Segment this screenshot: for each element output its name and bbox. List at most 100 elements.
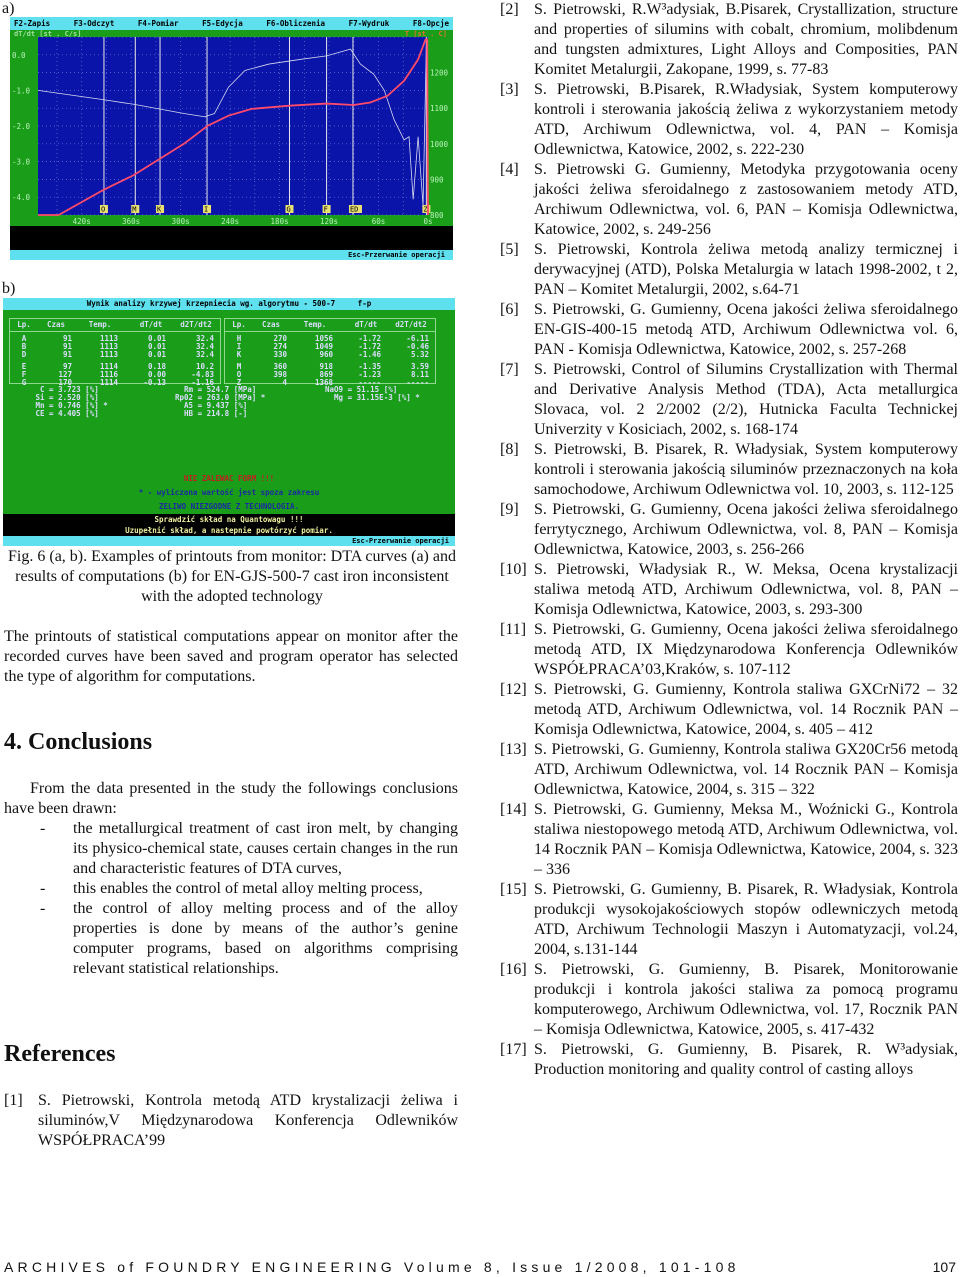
reference-item: [6] S. Pietrowski, G. Gumienny, Ocena jak…: [500, 300, 958, 360]
reference-item: [14] S. Pietrowski, G. Gumienny, Meksa M.…: [500, 800, 958, 880]
reference-item: [13] S. Pietrowski, G. Gumienny, Kontrola…: [500, 740, 958, 800]
marker-label: M: [132, 206, 136, 214]
x-tick-label: 120s: [320, 217, 338, 226]
table-header: dT/dt: [354, 320, 378, 329]
reference-number: [17]: [500, 1041, 527, 1058]
check-composition-text: Sprawdzić skład na Quantowagu !!!: [154, 515, 304, 524]
y-tick-label: 0.0: [12, 51, 26, 60]
table-header: Czas: [261, 320, 281, 329]
table-header: Lp.: [232, 320, 246, 329]
table-cell: 0.01: [147, 350, 166, 359]
reference-number: [5]: [500, 241, 519, 258]
marker-label: G: [286, 206, 290, 214]
dta-chart: O M K I G F ED Z420s 360s 300s 240s 180s 120s 60s 0s0.…: [12, 36, 449, 226]
reference-item: [15] S. Pietrowski, G. Gumienny, B. Pisar…: [500, 880, 958, 960]
y2-tick-label: 1100: [430, 104, 449, 113]
reference-text: S. Pietrowski, Władysiak R., W. Meksa, O…: [534, 561, 958, 618]
reference-text: S. Pietrowski, G. Gumienny, Ocena jakośc…: [534, 301, 958, 358]
reference-text: S. Pietrowski G. Gumienny, Metodyka przy…: [534, 161, 958, 238]
table-cell: 32.4: [195, 350, 214, 359]
conclusions-list: - the metallurgical treatment of cast iro…: [4, 819, 458, 979]
table-cell: D: [21, 350, 27, 359]
footer-journal: ARCHIVES of FOUNDRY ENGINEERING Volume 8…: [4, 1259, 740, 1275]
reference-number: [12]: [500, 681, 527, 698]
properties-block: Rm = 524.7 [MPa] Rp02 = 263.0 [MPa] * A5…: [175, 385, 266, 418]
reference-text: S. Pietrowski, G. Gumienny, Kontrola sta…: [534, 741, 958, 798]
reference-number: [10]: [500, 561, 527, 578]
marker-label: I: [204, 206, 208, 214]
reference-text: S. Pietrowski, B. Pisarek, R. Władysiak,…: [534, 441, 958, 498]
table-header: dT/dt: [139, 320, 163, 329]
reference-text: S. Pietrowski, B.Pisarek, R.Władysiak, S…: [534, 81, 958, 158]
reference-number: [3]: [500, 81, 519, 98]
x-tick-label: 180s: [271, 217, 289, 226]
reference-number: [8]: [500, 441, 519, 458]
figure-caption: Fig. 6 (a, b). Examples of printouts fro…: [8, 548, 456, 605]
reference-item: [16] S. Pietrowski, G. Gumienny, B. Pisar…: [500, 960, 958, 1040]
reference-list-right: [2] S. Pietrowski, R.W³adysiak, B.Pisarek…: [500, 0, 958, 1080]
reference-number: [6]: [500, 301, 519, 318]
table-divider: [10, 331, 220, 332]
table-header: d2T/dt2: [180, 320, 212, 329]
warning-text: NIE ZALEWAC FORM !!!: [183, 474, 275, 483]
reference-number: [13]: [500, 741, 527, 758]
marker-label: Z: [423, 206, 427, 214]
reference-item: [17] S. Pietrowski, G. Gumienny, B. Pisar…: [500, 1040, 958, 1080]
reference-number: [15]: [500, 881, 527, 898]
reference-item: [2] S. Pietrowski, R.W³adysiak, B.Pisarek…: [500, 0, 958, 80]
section-heading-references: References: [4, 1041, 116, 1067]
repeat-measurement-text: Uzupełnić skład, a nastepnie powtórzyć p…: [125, 526, 333, 535]
results-table-left: Lp. Czas Temp. dT/dt d2T/dt2 A 91 1113 0.01 32.4 B…: [9, 318, 221, 387]
nodularity-block: NaO9 = 51.15 [%] Mg = 31.15E-3 [%] *: [325, 385, 420, 402]
y2-tick-label: 800: [430, 211, 444, 220]
y-tick-label: -1.0: [12, 86, 31, 95]
info-panel: Nazwa algorytmu: 500-7 f-p Nr wytopu: 50…: [10, 226, 453, 296]
reference-item: [12] S. Pietrowski, G. Gumienny, Kontrola…: [500, 680, 958, 740]
table-divider: [225, 331, 435, 332]
table-cell: 91: [62, 350, 72, 359]
figure-a-dta-screen: F2-Zapis F3-Odczyt F4-Pomiar F5-Edycja F6-Ob…: [10, 17, 453, 296]
reference-item: [11] S. Pietrowski, G. Gumienny, Ocena ja…: [500, 620, 958, 680]
list-item-text: the control of alloy melting process and…: [73, 900, 458, 977]
y2-tick-label: 900: [430, 175, 444, 184]
table-cell: 330: [273, 350, 287, 359]
figure-b-results-screen: Wynik analizy krzywej krzepniecia wg. al…: [3, 298, 455, 546]
figure-a-label: a): [2, 0, 15, 17]
reference-text: S. Pietrowski, G. Gumienny, B. Pisarek, …: [534, 881, 958, 958]
table-header: Lp.: [17, 320, 31, 329]
bullet-dash: -: [40, 900, 46, 917]
marker-label: F: [324, 206, 328, 214]
reference-text: S. Pietrowski, R.W³adysiak, B.Pisarek, C…: [534, 1, 958, 78]
x-tick-label: 360s: [122, 217, 140, 226]
y-tick-label: -2.0: [12, 122, 31, 131]
reference-number: [14]: [500, 801, 527, 818]
table-cell: K: [236, 350, 242, 359]
list-item-text: this enables the control of metal alloy …: [73, 880, 423, 897]
plot-area: [38, 37, 428, 215]
page-number: 107: [932, 1259, 956, 1275]
results-title: Wynik analizy krzywej krzepniecia wg. al…: [3, 298, 455, 310]
reference-number: [16]: [500, 961, 527, 978]
reference-item: [4] S. Pietrowski G. Gumienny, Metodyka p…: [500, 160, 958, 240]
reference-item: [5] S. Pietrowski, Kontrola żeliwa metodą…: [500, 240, 958, 300]
list-item: - the control of alloy melting process an…: [4, 899, 458, 979]
reference-text: S. Pietrowski, G. Gumienny, B. Pisarek, …: [534, 961, 958, 1038]
range-note: * - wyliczona wartość jest spoza zakresu: [138, 488, 320, 497]
composition-block: C = 3.723 [%] Si = 2.520 [%] Mn = 0.746 …: [35, 385, 108, 418]
reference-number: [4]: [500, 161, 519, 178]
escape-hint: Esc-Przerwanie operacji: [3, 536, 455, 546]
reference-text: S. Pietrowski, G. Gumienny, Ocena jakośc…: [534, 501, 958, 558]
reference-text: S. Pietrowski, G. Gumienny, B. Pisarek, …: [534, 1041, 958, 1078]
action-panel: Sprawdzić skład na Quantowagu !!! Uzupeł…: [3, 514, 455, 536]
bullet-dash: -: [40, 820, 46, 837]
results-table-right: Lp. Czas Temp. dT/dt d2T/dt2 H 270 1056 -1.72 -6.…: [224, 318, 436, 387]
figure-b-label: b): [2, 280, 16, 297]
reference-item: [7] S. Pietrowski, Control of Silumins Cr…: [500, 360, 958, 440]
reference-text: S. Pietrowski, Control of Silumins Cryst…: [534, 361, 958, 438]
table-header: d2T/dt2: [395, 320, 427, 329]
list-item-text: the metallurgical treatment of cast iron…: [73, 820, 458, 877]
reference-item: [1] S. Pietrowski, Kontrola metodą ATD kr…: [4, 1091, 458, 1151]
table-header: Temp.: [88, 320, 112, 329]
table-cell: 5.32: [410, 350, 429, 359]
x-tick-label: 300s: [172, 217, 190, 226]
